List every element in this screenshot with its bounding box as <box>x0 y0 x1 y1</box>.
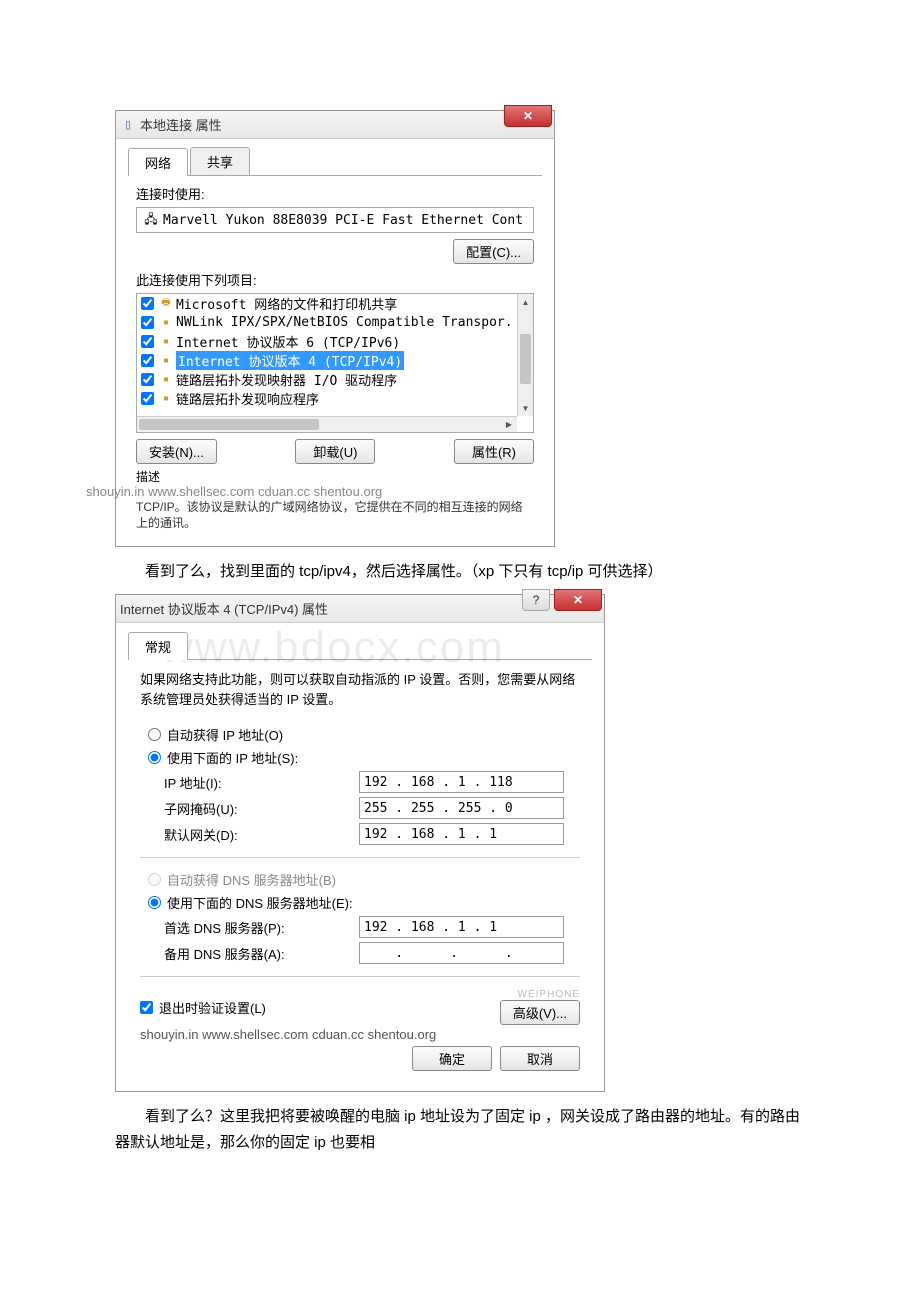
gateway-label: 默认网关(D): <box>164 825 359 844</box>
body-paragraph-1: 看到了么，找到里面的 tcp/ipv4，然后选择属性。（xp 下只有 tcp/i… <box>115 559 805 585</box>
subnet-mask-input[interactable]: 255 . 255 . 255 . 0 <box>359 797 564 819</box>
tab-share[interactable]: 共享 <box>190 147 250 175</box>
radio-input[interactable] <box>148 728 161 741</box>
titlebar: Internet 协议版本 4 (TCP/IPv4) 属性 ? ✕ <box>116 595 604 623</box>
protocol-icon: ▪ <box>158 393 174 405</box>
body-paragraph-2: 看到了么？这里我把将要被唤醒的电脑 ip 地址设为了固定 ip ，网关设成了路由… <box>115 1104 805 1155</box>
item-checkbox[interactable] <box>141 392 154 405</box>
item-checkbox[interactable] <box>141 354 154 367</box>
protocol-icon: ▪ <box>158 374 174 386</box>
close-button[interactable]: ✕ <box>504 105 552 127</box>
validate-checkbox-row[interactable]: 退出时验证设置(L) <box>140 998 266 1017</box>
description-text: TCP/IP。该协议是默认的广域网络协议，它提供在不同的相互连接的网络上的通讯。 <box>136 500 534 531</box>
separator <box>140 976 580 977</box>
service-icon: 🖶 <box>158 298 174 310</box>
list-item[interactable]: 🖶 Microsoft 网络的文件和打印机共享 <box>137 294 517 313</box>
protocol-icon: ▪ <box>158 317 174 329</box>
subnet-mask-label: 子网掩码(U): <box>164 799 359 818</box>
list-item[interactable]: ▪ 链路层拓扑发现响应程序 <box>137 389 517 408</box>
list-item[interactable]: ▪ Internet 协议版本 4 (TCP/IPv4) <box>137 351 517 370</box>
window-title: 本地连接 属性 <box>140 115 222 134</box>
watermark-text: shouyin.in www.shellsec.com cduan.cc she… <box>140 1027 580 1042</box>
dns2-input[interactable]: . . . <box>359 942 564 964</box>
properties-dialog-1: ▯ 本地连接 属性 ✕ 网络 共享 连接时使用: 🖧 Marvell Yukon… <box>115 110 555 547</box>
advanced-button[interactable]: 高级(V)... <box>500 1000 580 1025</box>
tab-strip: 常规 <box>128 631 592 660</box>
dns2-label: 备用 DNS 服务器(A): <box>164 944 359 963</box>
list-item[interactable]: ▪ NWLink IPX/SPX/NetBIOS Compatible Tran… <box>137 313 517 332</box>
uninstall-button[interactable]: 卸载(U) <box>295 439 375 464</box>
radio-input <box>148 873 161 886</box>
ip-address-label: IP 地址(I): <box>164 773 359 792</box>
phone-watermark: WEIPHONE <box>500 989 580 1000</box>
scroll-thumb[interactable] <box>139 419 319 430</box>
validate-checkbox[interactable] <box>140 1001 153 1014</box>
ok-button[interactable]: 确定 <box>412 1046 492 1071</box>
radio-auto-dns: 自动获得 DNS 服务器地址(B) <box>148 870 592 889</box>
item-checkbox[interactable] <box>141 297 154 310</box>
list-item[interactable]: ▪ 链路层拓扑发现映射器 I/O 驱动程序 <box>137 370 517 389</box>
ipv4-properties-dialog: Internet 协议版本 4 (TCP/IPv4) 属性 ? ✕ www.bd… <box>115 594 605 1092</box>
radio-auto-ip[interactable]: 自动获得 IP 地址(O) <box>148 725 592 744</box>
vertical-scrollbar[interactable]: ▲ ▼ <box>517 294 533 416</box>
protocol-list[interactable]: 🖶 Microsoft 网络的文件和打印机共享 ▪ NWLink IPX/SPX… <box>136 293 534 433</box>
window-title: Internet 协议版本 4 (TCP/IPv4) 属性 <box>120 599 328 618</box>
adapter-field: 🖧 Marvell Yukon 88E8039 PCI-E Fast Ether… <box>136 207 534 233</box>
radio-use-ip[interactable]: 使用下面的 IP 地址(S): <box>148 748 592 767</box>
radio-use-dns[interactable]: 使用下面的 DNS 服务器地址(E): <box>148 893 592 912</box>
help-button[interactable]: ? <box>522 589 550 611</box>
scroll-thumb[interactable] <box>520 334 531 384</box>
separator <box>140 857 580 858</box>
protocol-icon: ▪ <box>158 336 174 348</box>
horizontal-scrollbar[interactable]: ◀ ▶ <box>137 416 517 432</box>
connect-using-label: 连接时使用: <box>136 184 542 203</box>
network-adapter-icon: ▯ <box>120 117 136 133</box>
ip-address-input[interactable]: 192 . 168 . 1 . 118 <box>359 771 564 793</box>
nic-icon: 🖧 <box>143 212 159 228</box>
tab-general[interactable]: 常规 <box>128 632 188 660</box>
dns1-input[interactable]: 192 . 168 . 1 . 1 <box>359 916 564 938</box>
radio-input[interactable] <box>148 751 161 764</box>
close-button[interactable]: ✕ <box>554 589 602 611</box>
item-checkbox[interactable] <box>141 316 154 329</box>
configure-button[interactable]: 配置(C)... <box>453 239 534 264</box>
item-checkbox[interactable] <box>141 335 154 348</box>
properties-button[interactable]: 属性(R) <box>454 439 534 464</box>
adapter-name: Marvell Yukon 88E8039 PCI-E Fast Etherne… <box>163 213 523 228</box>
titlebar: ▯ 本地连接 属性 ✕ <box>116 111 554 139</box>
tab-network[interactable]: 网络 <box>128 148 188 176</box>
cancel-button[interactable]: 取消 <box>500 1046 580 1071</box>
scroll-right-icon[interactable]: ▶ <box>501 417 517 432</box>
tab-strip: 网络 共享 <box>128 147 542 176</box>
watermark-text: shouyin.in www.shellsec.com cduan.cc she… <box>86 484 534 501</box>
radio-input[interactable] <box>148 896 161 909</box>
gateway-input[interactable]: 192 . 168 . 1 . 1 <box>359 823 564 845</box>
scroll-up-icon[interactable]: ▲ <box>518 294 533 310</box>
item-checkbox[interactable] <box>141 373 154 386</box>
list-item[interactable]: ▪ Internet 协议版本 6 (TCP/IPv6) <box>137 332 517 351</box>
dns1-label: 首选 DNS 服务器(P): <box>164 918 359 937</box>
instruction-text: 如果网络支持此功能，则可以获取自动指派的 IP 设置。否则，您需要从网络系统管理… <box>140 670 580 709</box>
scroll-down-icon[interactable]: ▼ <box>518 400 533 416</box>
items-label: 此连接使用下列项目: <box>136 270 542 289</box>
install-button[interactable]: 安装(N)... <box>136 439 217 464</box>
protocol-icon: ▪ <box>158 355 174 367</box>
